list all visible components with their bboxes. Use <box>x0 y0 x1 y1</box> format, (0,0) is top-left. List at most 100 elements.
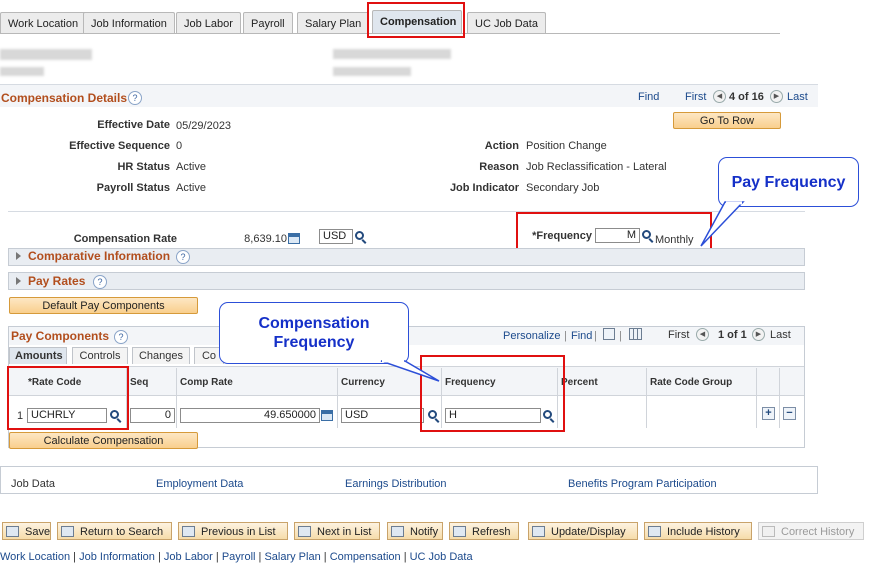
go-to-row-button[interactable]: Go To Row <box>673 112 781 129</box>
expand-icon[interactable] <box>16 275 21 287</box>
subtab-controls[interactable]: Controls <box>72 347 128 364</box>
job-indicator-label: Job Indicator <box>449 182 519 194</box>
comp-rate-input[interactable]: 49.650000 <box>180 408 320 423</box>
include-history-button[interactable]: Include History <box>644 522 752 540</box>
footer-link-work-location[interactable]: Work Location <box>0 551 70 563</box>
separator: | <box>215 551 219 563</box>
frequency-label: *Frequency <box>532 230 592 242</box>
next-in-list-button[interactable]: Next in List <box>294 522 380 540</box>
comp-frequency-callout-pointer <box>380 359 440 382</box>
footer-link-salary-plan[interactable]: Salary Plan <box>264 551 320 563</box>
notify-button[interactable]: Notify <box>387 522 443 540</box>
view-all-icon[interactable] <box>603 328 615 340</box>
help-icon[interactable]: ? <box>176 250 190 264</box>
personalize-link[interactable]: Personalize <box>503 330 560 342</box>
currency-row-input[interactable]: USD <box>341 408 424 423</box>
calculate-compensation-button[interactable]: Calculate Compensation <box>9 432 198 449</box>
help-icon[interactable]: ? <box>128 91 142 105</box>
tab-uc-job-data[interactable]: UC Job Data <box>467 12 546 34</box>
frequency-lookup-icon[interactable] <box>642 230 651 239</box>
footer-link-compensation[interactable]: Compensation <box>330 551 401 563</box>
job-indicator-value: Secondary Job <box>526 182 600 194</box>
column-divider <box>756 368 757 428</box>
reason-value: Job Reclassification - Lateral <box>526 161 667 173</box>
grid-first-label: First <box>668 329 690 341</box>
pay-rates-title[interactable]: Pay Rates <box>28 274 85 288</box>
comp-rate-label: Compensation Rate <box>73 233 177 245</box>
action-label: Action <box>484 140 519 152</box>
benefits-program-link[interactable]: Benefits Program Participation <box>568 478 717 490</box>
payroll-status-value: Active <box>176 182 206 194</box>
save-button[interactable]: Save <box>2 522 51 540</box>
help-icon[interactable]: ? <box>93 275 107 289</box>
help-icon[interactable]: ? <box>114 330 128 344</box>
separator: | <box>323 551 327 563</box>
download-grid-icon[interactable] <box>629 328 642 340</box>
correct-history-button: Correct History <box>758 522 864 540</box>
tab-work-location[interactable]: Work Location <box>0 12 87 34</box>
tab-salary-plan[interactable]: Salary Plan <box>297 12 370 34</box>
find-link[interactable]: Find <box>638 91 659 103</box>
include-history-label: Include History <box>667 526 740 538</box>
hr-status-label: HR Status <box>117 161 170 173</box>
pay-rates-section[interactable] <box>8 272 805 290</box>
subtab-changes[interactable]: Changes <box>132 347 190 364</box>
footer-link-job-labor[interactable]: Job Labor <box>164 551 213 563</box>
return-to-search-button[interactable]: Return to Search <box>57 522 172 540</box>
previous-in-list-label: Previous in List <box>201 526 276 538</box>
calculator-icon[interactable] <box>321 410 333 421</box>
refresh-button[interactable]: Refresh <box>449 522 519 540</box>
separator: | <box>594 330 597 342</box>
comparative-info-title[interactable]: Comparative Information <box>28 249 170 263</box>
grid-find-link[interactable]: Find <box>571 330 592 342</box>
search-icon <box>61 526 74 537</box>
effective-date-value: 05/29/2023 <box>176 120 232 132</box>
redacted-employee-id <box>0 67 44 76</box>
action-value: Position Change <box>526 140 607 152</box>
prev-row-icon[interactable]: ◀ <box>713 90 726 103</box>
separator: | <box>73 551 77 563</box>
previous-in-list-button[interactable]: Previous in List <box>178 522 288 540</box>
separator: | <box>403 551 407 563</box>
grid-prev-icon[interactable]: ◀ <box>696 328 709 341</box>
tab-payroll[interactable]: Payroll <box>243 12 293 34</box>
tab-job-labor[interactable]: Job Labor <box>176 12 241 34</box>
separator: | <box>157 551 161 563</box>
refresh-label: Refresh <box>472 526 511 538</box>
payroll-status-label: Payroll Status <box>96 182 170 194</box>
column-divider <box>779 368 780 428</box>
footer-link-job-information[interactable]: Job Information <box>79 551 155 563</box>
col-seq: Seq <box>130 377 149 388</box>
seq-input[interactable]: 0 <box>130 408 175 423</box>
column-divider <box>337 368 338 428</box>
return-to-search-label: Return to Search <box>80 526 164 538</box>
footer-link-payroll[interactable]: Payroll <box>222 551 256 563</box>
delete-row-icon[interactable]: − <box>783 407 796 420</box>
currency-lookup-icon[interactable] <box>355 231 364 240</box>
earnings-distribution-link[interactable]: Earnings Distribution <box>345 478 447 490</box>
grid-next-icon[interactable]: ▶ <box>752 328 765 341</box>
default-pay-components-button[interactable]: Default Pay Components <box>9 297 198 314</box>
first-link[interactable]: First <box>685 91 706 103</box>
save-label: Save <box>25 526 51 538</box>
effective-seq-value: 0 <box>176 140 183 152</box>
footer-link-uc-job-data[interactable]: UC Job Data <box>410 551 473 563</box>
separator: | <box>258 551 262 563</box>
tab-job-information[interactable]: Job Information <box>83 12 175 34</box>
employment-data-link[interactable]: Employment Data <box>156 478 243 490</box>
column-divider <box>176 368 177 428</box>
frequency-input[interactable]: M <box>595 228 640 243</box>
comp-frequency-callout-line2: Frequency <box>273 334 355 351</box>
effective-seq-label: Effective Sequence <box>69 140 170 152</box>
last-link[interactable]: Last <box>787 91 808 103</box>
subtab-amounts[interactable]: Amounts <box>9 347 67 364</box>
update-display-label: Update/Display <box>551 526 626 538</box>
row-counter: 4 of 16 <box>729 91 764 103</box>
add-row-icon[interactable]: + <box>762 407 775 420</box>
calculator-icon[interactable] <box>288 233 300 244</box>
update-display-button[interactable]: Update/Display <box>528 522 638 540</box>
currency-input[interactable]: USD <box>319 229 353 244</box>
next-row-icon[interactable]: ▶ <box>770 90 783 103</box>
frequency-description: Monthly <box>655 234 694 246</box>
expand-icon[interactable] <box>16 250 21 262</box>
